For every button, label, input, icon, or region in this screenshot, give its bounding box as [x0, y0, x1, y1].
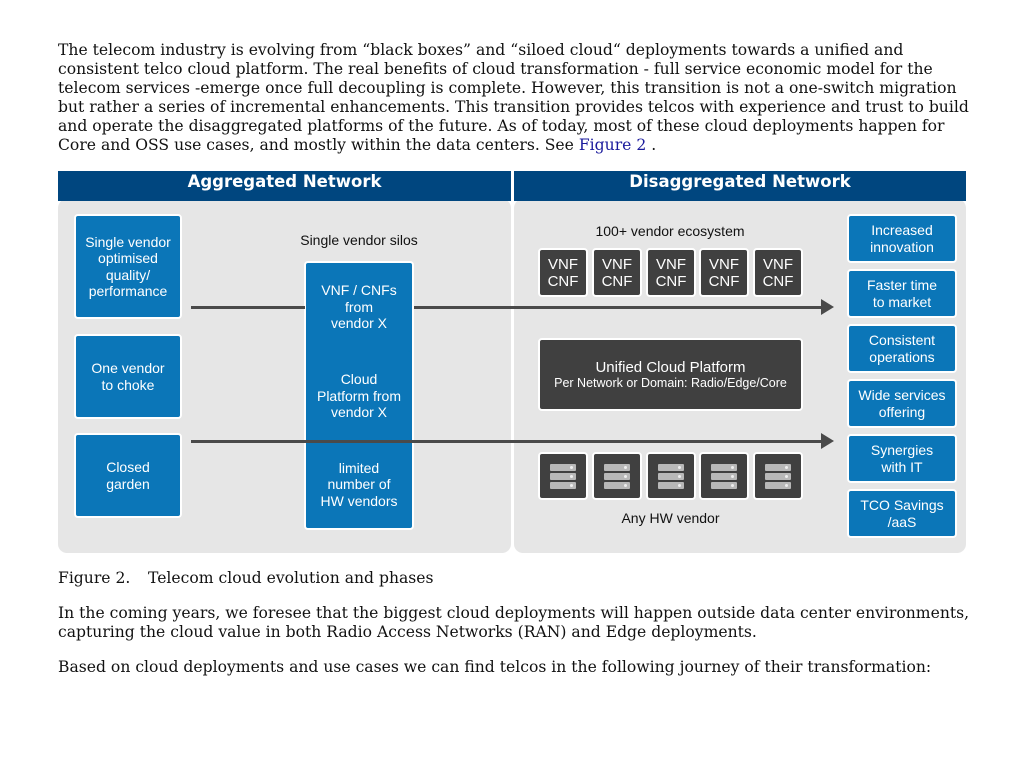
vnf-cnf-tile: VNF CNF — [753, 248, 803, 297]
single-vendor-box: Single vendor optimised quality/ perform… — [74, 214, 182, 319]
vendor-ecosystem-label: 100+ vendor ecosystem — [595, 223, 745, 239]
silo-hw-vendors: limited number of HW vendors — [306, 441, 412, 528]
benefit-tco-savings: TCO Savings /aaS — [847, 489, 957, 538]
bottom-arrow-head-icon — [821, 433, 834, 449]
paragraph-3: Based on cloud deployments and use cases… — [58, 658, 932, 676]
telecom-cloud-figure: Aggregated Network Disaggregated Network… — [58, 171, 966, 553]
closed-garden-box: Closed garden — [74, 433, 182, 518]
bottom-arrow-line — [191, 440, 822, 443]
vnf-cnf-tile: VNF CNF — [592, 248, 642, 297]
benefit-synergies-it: Synergies with IT — [847, 434, 957, 483]
top-arrow-head-icon — [821, 299, 834, 315]
benefit-faster-time-to-market: Faster time to market — [847, 269, 957, 318]
vnf-cnf-tile: VNF CNF — [646, 248, 696, 297]
single-vendor-silos-label: Single vendor silos — [300, 232, 418, 248]
server-rack-icon — [592, 452, 642, 500]
vnf-cnf-tile: VNF CNF — [699, 248, 749, 297]
silo-vnf-cnf: VNF / CNFs from vendor X — [306, 263, 412, 351]
silo-cloud-platform: Cloud Platform from vendor X — [306, 351, 412, 441]
benefit-consistent-operations: Consistent operations — [847, 324, 957, 373]
caption-text: Telecom cloud evolution and phases — [148, 569, 434, 587]
server-rack-icon — [538, 452, 588, 500]
intro-trailing: . — [646, 136, 657, 154]
any-hw-vendor-label: Any HW vendor — [621, 510, 720, 526]
caption-number: Figure 2. — [58, 569, 131, 587]
disaggregated-network-header: Disaggregated Network — [514, 171, 966, 201]
panel-divider — [511, 171, 514, 553]
figure-2-link[interactable]: Figure 2 — [579, 136, 646, 154]
one-vendor-box: One vendor to choke — [74, 334, 182, 419]
server-rack-icon — [699, 452, 749, 500]
intro-paragraph: The telecom industry is evolving from “b… — [58, 41, 970, 155]
platform-subtitle: Per Network or Domain: Radio/Edge/Core — [554, 375, 787, 390]
unified-cloud-platform-box: Unified Cloud Platform Per Network or Do… — [538, 338, 803, 411]
server-rack-icon — [753, 452, 803, 500]
paragraph-2: In the coming years, we foresee that the… — [58, 604, 970, 641]
benefit-increased-innovation: Increased innovation — [847, 214, 957, 263]
server-rack-icon — [646, 452, 696, 500]
figure-caption: Figure 2. Telecom cloud evolution and pha… — [58, 569, 434, 588]
top-arrow-line-left — [191, 306, 305, 309]
top-arrow-line — [414, 306, 822, 309]
vnf-cnf-tile: VNF CNF — [538, 248, 588, 297]
benefit-wide-services: Wide services offering — [847, 379, 957, 428]
platform-title: Unified Cloud Platform — [595, 358, 746, 376]
aggregated-network-header: Aggregated Network — [58, 171, 511, 201]
intro-text: The telecom industry is evolving from “b… — [58, 41, 969, 154]
